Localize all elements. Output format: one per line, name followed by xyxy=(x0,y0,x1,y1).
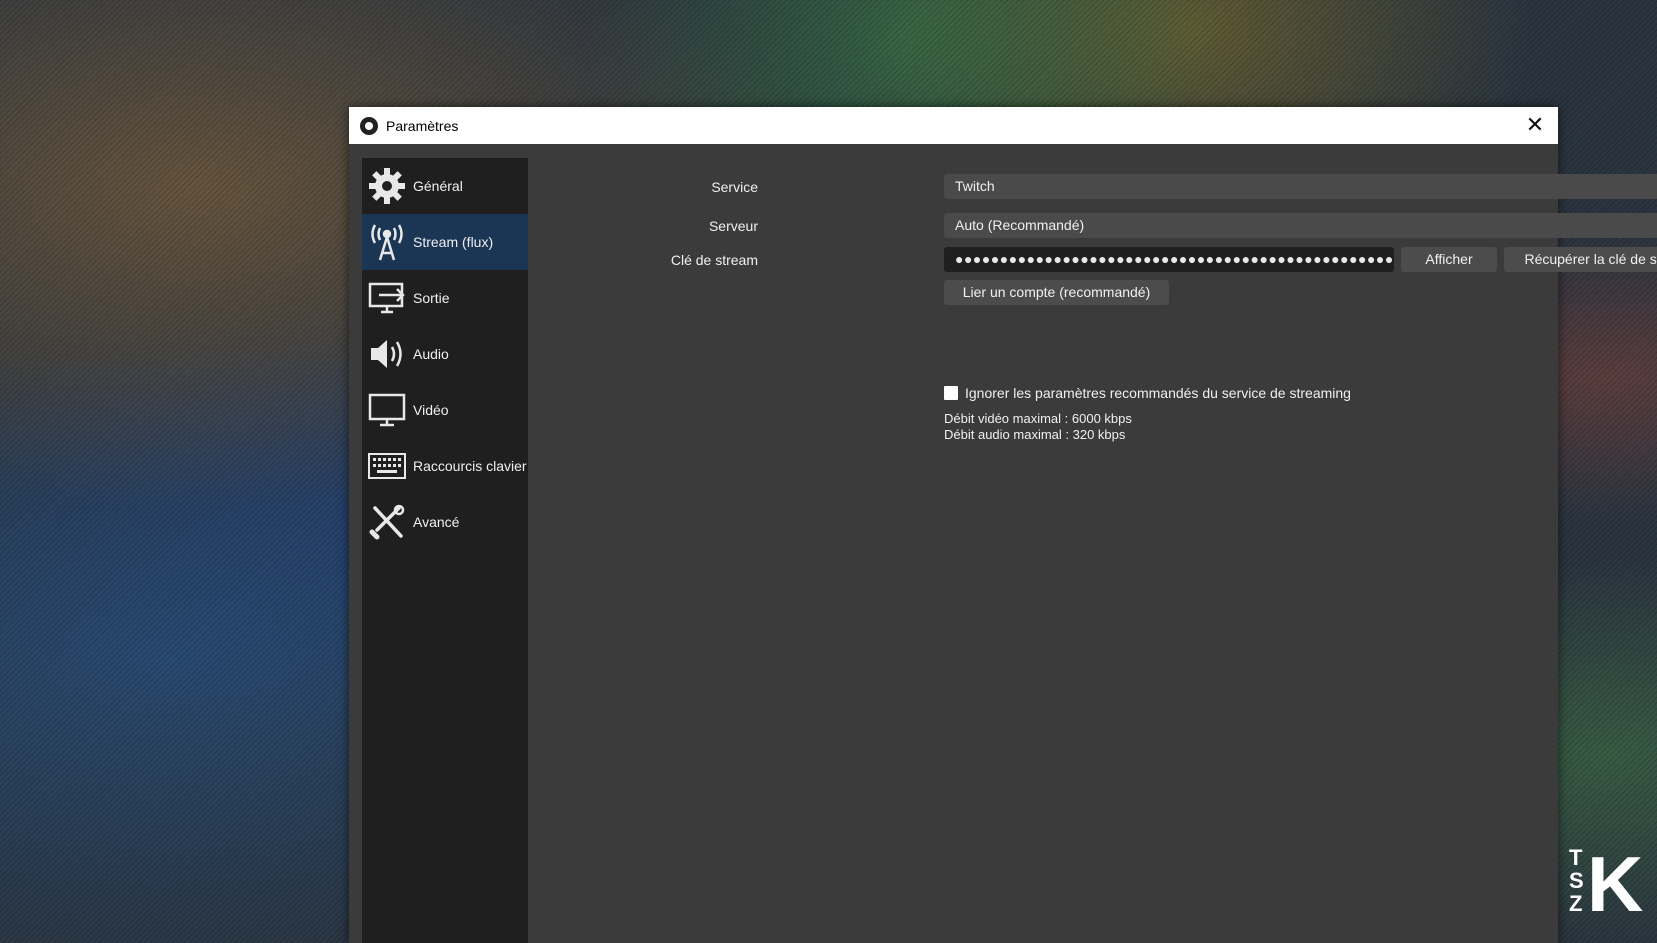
keyboard-icon xyxy=(365,444,409,488)
sidebar-item-general[interactable]: Général xyxy=(362,158,528,214)
gear-icon xyxy=(365,164,409,208)
max-audio-bitrate: Débit audio maximal : 320 kbps xyxy=(944,427,1126,442)
sidebar-item-hotkeys[interactable]: Raccourcis clavier xyxy=(362,438,528,494)
close-button[interactable]: ✕ xyxy=(1520,111,1550,139)
window-title: Paramètres xyxy=(386,117,459,134)
sidebar-item-advanced[interactable]: Avancé xyxy=(362,494,528,550)
sidebar-item-label: Vidéo xyxy=(413,402,449,418)
stream-key-label: Clé de stream xyxy=(670,252,758,268)
output-monitor-icon xyxy=(365,276,409,320)
sidebar-item-stream[interactable]: Stream (flux) xyxy=(362,214,528,270)
service-value: Twitch xyxy=(955,178,995,194)
obs-logo-icon xyxy=(360,116,378,135)
sidebar-item-label: Avancé xyxy=(413,514,460,530)
ignore-recommended-row[interactable]: Ignorer les paramètres recommandés du se… xyxy=(944,385,1351,401)
svg-text:S: S xyxy=(1569,868,1584,893)
svg-text:K: K xyxy=(1587,843,1643,913)
svg-text:T: T xyxy=(1569,845,1583,870)
server-select[interactable]: Auto (Recommandé) ▲▼ xyxy=(944,213,1657,238)
connect-account-button[interactable]: Lier un compte (recommandé) xyxy=(944,280,1169,305)
title-bar: Paramètres ✕ xyxy=(349,107,1558,144)
server-label: Serveur xyxy=(708,218,758,234)
show-key-button[interactable]: Afficher xyxy=(1401,247,1497,272)
settings-window: Paramètres ✕ Général Stream (flux) Sorti… xyxy=(349,107,1657,943)
server-value: Auto (Recommandé) xyxy=(955,217,1085,233)
service-label: Service xyxy=(711,179,758,195)
tools-icon xyxy=(365,500,409,544)
svg-text:Z: Z xyxy=(1569,891,1582,913)
broadcast-antenna-icon xyxy=(365,220,409,264)
ignore-recommended-label: Ignorer les paramètres recommandés du se… xyxy=(965,385,1351,401)
stream-key-input[interactable]: ●●●●●●●●●●●●●●●●●●●●●●●●●●●●●●●●●●●●●●●●… xyxy=(944,247,1394,272)
sidebar-item-label: Général xyxy=(413,178,463,194)
max-video-bitrate: Débit vidéo maximal : 6000 kbps xyxy=(944,411,1132,426)
sidebar-item-label: Sortie xyxy=(413,290,450,306)
sidebar-item-video[interactable]: Vidéo xyxy=(362,382,528,438)
service-select[interactable]: Twitch ▲▼ xyxy=(944,174,1657,199)
sidebar-item-label: Stream (flux) xyxy=(413,234,494,250)
stream-settings-panel: Service Twitch ▲▼ Serveur Auto (Recomman… xyxy=(528,144,1657,943)
monitor-icon xyxy=(365,388,409,432)
get-stream-key-button[interactable]: Récupérer la clé de stream xyxy=(1504,247,1657,272)
sidebar-item-audio[interactable]: Audio xyxy=(362,326,528,382)
ignore-recommended-checkbox[interactable] xyxy=(944,386,958,400)
speaker-icon xyxy=(365,332,409,376)
sidebar-item-output[interactable]: Sortie xyxy=(362,270,528,326)
sidebar-item-label: Audio xyxy=(413,346,449,362)
watermark-logo: T S Z K xyxy=(1567,840,1645,928)
sidebar-item-label: Raccourcis clavier xyxy=(413,458,527,474)
settings-sidebar: Général Stream (flux) Sortie Audio Vidéo… xyxy=(362,158,528,943)
